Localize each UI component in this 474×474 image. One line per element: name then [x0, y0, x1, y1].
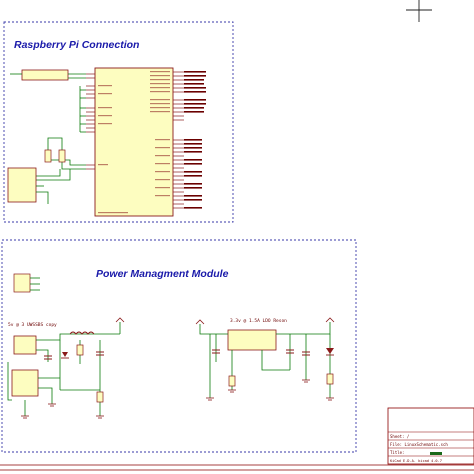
title-block: Sheet: / File: LinuxSchematic.sch Title:…: [387, 407, 474, 465]
usb-controller-ic[interactable]: [11, 369, 39, 397]
power-input-connector[interactable]: [13, 273, 40, 293]
rpi-right-pins: [173, 71, 184, 209]
feedback-resistor-1[interactable]: [76, 344, 84, 356]
title-block-title: Title:: [390, 450, 404, 455]
title-block-mark: [430, 452, 442, 455]
rpi-header-part[interactable]: [94, 67, 174, 217]
ground-symbols-right: [206, 379, 334, 401]
schematic-canvas[interactable]: Raspberry Pi Connection Power Managment …: [0, 0, 474, 474]
title-block-file: File: LinuxSchematic.sch: [390, 442, 448, 447]
ldo-output-label: 3.3v @ 1.5A LDO Reson: [230, 318, 287, 324]
ground-symbols-left: [21, 403, 104, 419]
pullup-resistor-1[interactable]: [44, 149, 52, 163]
rpi-section-title: Raspberry Pi Connection: [14, 39, 139, 51]
pullup-resistor-2[interactable]: [58, 149, 66, 163]
rpi-section: Raspberry Pi Connection: [3, 21, 234, 223]
power-input-label: 5v @ 3 UWSSBS copy: [8, 322, 57, 328]
power-flag-left: [115, 317, 125, 323]
led-resistor[interactable]: [326, 373, 334, 385]
rpi-left-wires: [36, 86, 86, 181]
title-block-footer: KiCad E.D.A. kicad 4.0.7: [390, 459, 442, 463]
sheet-frame: [0, 464, 474, 471]
buck-ic[interactable]: [13, 335, 37, 355]
feedback-resistor-2[interactable]: [96, 391, 104, 403]
ldo-resistor-1[interactable]: [228, 375, 236, 387]
rpi-left-pins: [86, 73, 95, 170]
rpi-net-label-marks: [184, 71, 206, 209]
rpi-small-ic-wires: [36, 185, 49, 204]
power-led[interactable]: [326, 348, 334, 356]
schottky-diode[interactable]: [61, 352, 69, 359]
rpi-input-connector[interactable]: [21, 69, 69, 81]
ldo-regulator-ic[interactable]: [227, 329, 277, 351]
rpi-small-ic[interactable]: [7, 167, 37, 203]
power-section: Power Managment Module 5v @ 3 UWSSBS cop…: [1, 239, 357, 453]
power-section-title: Power Managment Module: [96, 268, 229, 280]
title-block-sheet: Sheet: /: [390, 434, 410, 439]
crosshair-icon: [406, 0, 432, 22]
